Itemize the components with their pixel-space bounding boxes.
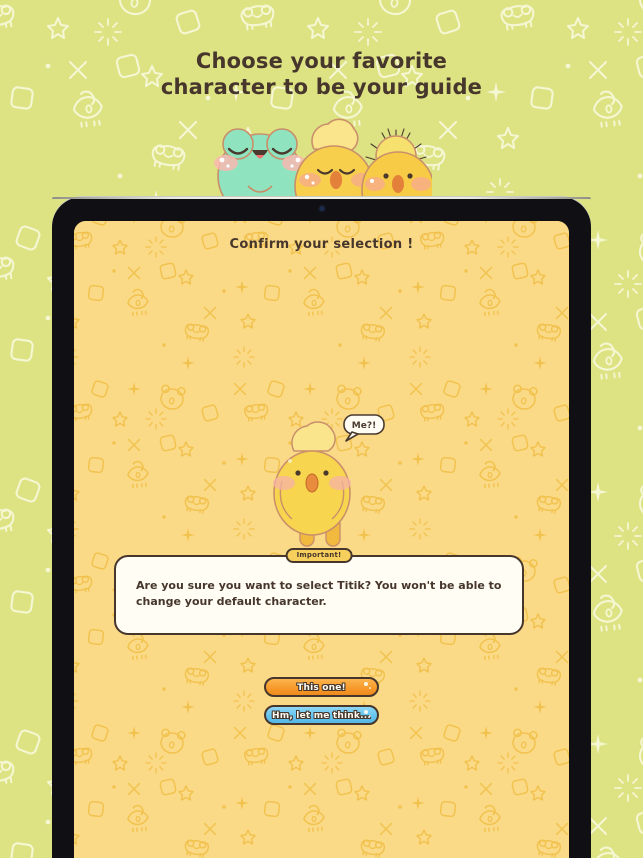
button-shine-icon xyxy=(364,710,368,714)
cancel-button[interactable]: Hm, let me think... xyxy=(264,705,379,725)
confirm-button[interactable]: This one! xyxy=(264,677,379,697)
button-shine-icon xyxy=(364,682,368,686)
tablet-screen: Confirm your selection ! Me?! Important!… xyxy=(74,221,569,858)
cancel-button-label: Hm, let me think... xyxy=(272,711,371,721)
button-shine-small-icon xyxy=(369,715,371,717)
svg-text:Me?!: Me?! xyxy=(351,421,375,431)
selected-character[interactable]: Me?! xyxy=(74,411,569,556)
confirmation-dialog: Important! Are you sure you want to sele… xyxy=(114,548,524,635)
button-shine-small-icon xyxy=(369,687,371,689)
dialog-actions: This one! Hm, let me think... xyxy=(74,677,569,733)
dialog-message: Are you sure you want to select Titik? Y… xyxy=(136,579,502,608)
tablet-device: Confirm your selection ! Me?! Important!… xyxy=(52,197,591,858)
app-screen: Choose your favorite character to be you… xyxy=(0,0,643,858)
hero-characters xyxy=(0,104,643,204)
speech-bubble: Me?! xyxy=(342,414,385,442)
front-camera-icon xyxy=(319,206,324,211)
page-title: Choose your favorite character to be you… xyxy=(160,49,483,99)
dialog-badge: Important! xyxy=(285,548,353,563)
frog-character-illustration xyxy=(213,128,306,204)
chick-spiky-tuft-illustration xyxy=(360,128,432,204)
screen-heading: Confirm your selection ! xyxy=(229,237,414,252)
confirm-button-label: This one! xyxy=(297,683,346,693)
